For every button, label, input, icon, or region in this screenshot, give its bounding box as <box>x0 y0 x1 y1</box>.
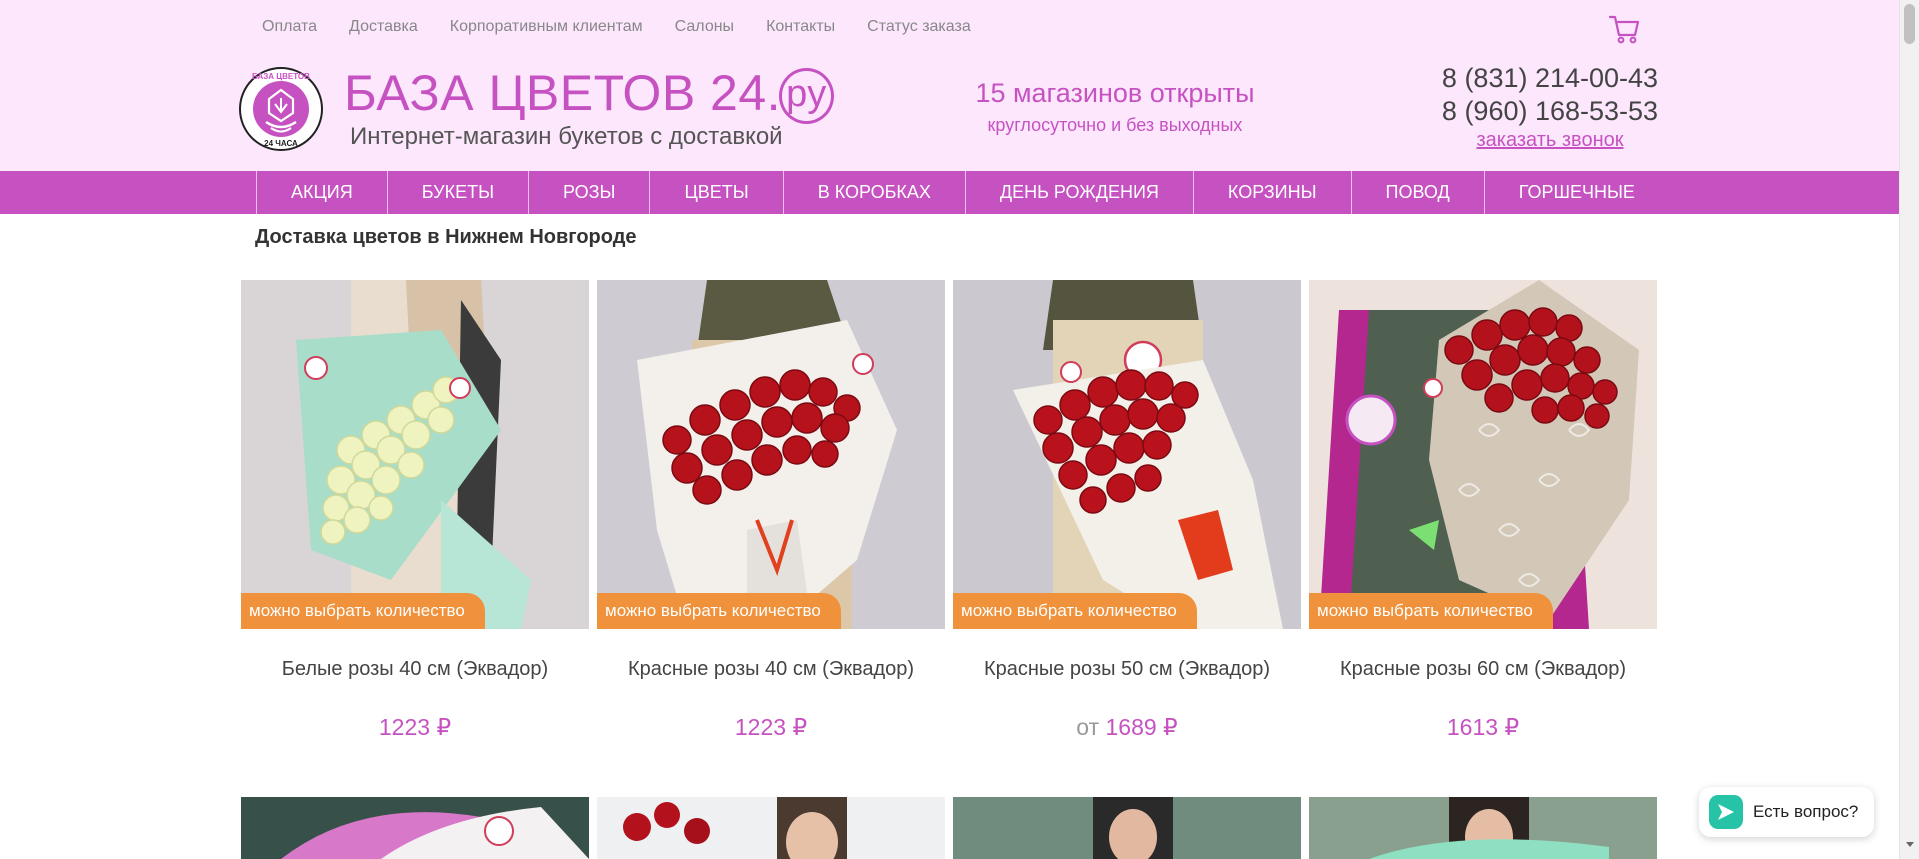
product-photo[interactable] <box>953 797 1301 859</box>
product-photo[interactable] <box>241 797 589 859</box>
product-photo-image <box>597 280 945 629</box>
product-title[interactable]: Красные розы 40 см (Эквадор) <box>597 658 945 681</box>
phone-number-2[interactable]: 8 (960) 168-53-53 <box>1420 95 1680 128</box>
product-photo-image <box>1309 280 1657 629</box>
product-price-value: 1223 ₽ <box>378 714 452 740</box>
product-price: 1613 ₽ <box>1309 714 1657 741</box>
product-photo[interactable]: можно выбрать количество <box>241 280 589 629</box>
product-badge: можно выбрать количество <box>953 593 1197 629</box>
product-price-value: 1689 ₽ <box>1105 714 1178 740</box>
product-price-value: 1613 ₽ <box>1446 714 1520 740</box>
product-photo[interactable] <box>1309 797 1657 859</box>
topnav-link-payment[interactable]: Оплата <box>262 18 317 36</box>
product-photo-image <box>241 797 589 859</box>
menu-item-label: ГОРШЕЧНЫЕ <box>1518 182 1635 202</box>
product-badge: можно выбрать количество <box>1309 593 1553 629</box>
brand-tagline: Интернет-магазин букетов с доставкой <box>350 123 783 150</box>
menu-item-label: АКЦИЯ <box>291 182 353 202</box>
page-title: Доставка цветов в Нижнем Новгороде <box>255 226 637 248</box>
stores-count: 15 магазинов открыты <box>975 78 1255 108</box>
menu-item-birthday[interactable]: ДЕНЬ РОЖДЕНИЯ <box>964 171 1193 214</box>
product-photo-image <box>953 280 1301 629</box>
logo-badge-text-top: БАЗА ЦВЕТОВ <box>252 72 310 81</box>
product-price-value: 1223 ₽ <box>734 714 808 740</box>
menu-item-promo[interactable]: АКЦИЯ <box>256 171 387 214</box>
product-title[interactable]: Красные розы 60 см (Эквадор) <box>1309 658 1657 681</box>
product-badge: можно выбрать количество <box>241 593 485 629</box>
topnav-link-order-status[interactable]: Статус заказа <box>867 18 971 36</box>
product-price: от 1689 ₽ <box>953 714 1301 741</box>
menu-item-label: БУКЕТЫ <box>421 182 495 202</box>
topnav-link-contacts[interactable]: Контакты <box>766 18 835 36</box>
menu-item-occasion[interactable]: ПОВОД <box>1350 171 1484 214</box>
product-title[interactable]: Белые розы 40 см (Эквадор) <box>241 658 589 681</box>
menu-item-potted[interactable]: ГОРШЕЧНЫЕ <box>1483 171 1669 214</box>
scroll-down-arrow-icon[interactable] <box>1906 842 1914 847</box>
chat-widget-label: Есть вопрос? <box>1753 802 1859 821</box>
brand-name[interactable]: БАЗА ЦВЕТОВ 24. ру <box>344 68 834 124</box>
cart-icon[interactable] <box>1608 12 1642 46</box>
menu-item-roses[interactable]: РОЗЫ <box>528 171 649 214</box>
topnav-link-corporate[interactable]: Корпоративным клиентам <box>450 18 643 36</box>
product-title[interactable]: Красные розы 50 см (Эквадор) <box>953 658 1301 681</box>
page-scrollbar[interactable] <box>1899 0 1919 859</box>
product-photo[interactable] <box>597 797 945 859</box>
menu-item-label: В КОРОБКАХ <box>817 182 931 202</box>
product-photo[interactable]: можно выбрать количество <box>597 280 945 629</box>
menu-item-flowers[interactable]: ЦВЕТЫ <box>649 171 782 214</box>
product-price: 1223 ₽ <box>241 714 589 741</box>
stores-info: 15 магазинов открыты круглосуточно и без… <box>960 78 1270 136</box>
brand-domain: ру <box>779 68 834 124</box>
logo-badge[interactable]: БАЗА ЦВЕТОВ 24 ЧАСА <box>238 66 324 152</box>
topnav-link-salons[interactable]: Салоны <box>675 18 734 36</box>
menu-item-boxes[interactable]: В КОРОБКАХ <box>782 171 965 214</box>
chat-icon <box>1709 795 1743 829</box>
menu-item-bouquets[interactable]: БУКЕТЫ <box>386 171 528 214</box>
callback-link[interactable]: заказать звонок <box>1420 129 1680 152</box>
menu-item-label: КОРЗИНЫ <box>1227 182 1317 202</box>
menu-item-label: РОЗЫ <box>563 182 616 202</box>
phone-number-1[interactable]: 8 (831) 214-00-43 <box>1420 62 1680 95</box>
chat-widget[interactable]: Есть вопрос? <box>1699 787 1874 837</box>
stores-schedule: круглосуточно и без выходных <box>987 115 1243 135</box>
product-photo-image <box>597 797 945 859</box>
product-photo-image <box>241 280 589 629</box>
menu-item-baskets[interactable]: КОРЗИНЫ <box>1192 171 1351 214</box>
menu-item-label: ЦВЕТЫ <box>684 182 749 202</box>
product-photo[interactable]: можно выбрать количество <box>1309 280 1657 629</box>
contact-phones: 8 (831) 214-00-43 8 (960) 168-53-53 зака… <box>1420 62 1680 152</box>
menu-item-label: ДЕНЬ РОЖДЕНИЯ <box>999 182 1159 202</box>
scrollbar-thumb[interactable] <box>1904 4 1915 44</box>
main-menu: АКЦИЯ БУКЕТЫ РОЗЫ ЦВЕТЫ В КОРОБКАХ ДЕНЬ … <box>0 171 1899 214</box>
product-price: 1223 ₽ <box>597 714 945 741</box>
product-price-prefix: от <box>1076 714 1100 740</box>
top-navigation: Оплата Доставка Корпоративным клиентам С… <box>262 18 971 36</box>
menu-item-label: ПОВОД <box>1385 182 1450 202</box>
logo-badge-text-bottom: 24 ЧАСА <box>264 139 298 148</box>
site-header: Оплата Доставка Корпоративным клиентам С… <box>0 0 1899 171</box>
product-photo-image <box>953 797 1301 859</box>
product-photo-image <box>1309 797 1657 859</box>
topnav-link-delivery[interactable]: Доставка <box>349 18 418 36</box>
brand-name-text: БАЗА ЦВЕТОВ 24. <box>344 65 782 121</box>
product-photo[interactable]: можно выбрать количество <box>953 280 1301 629</box>
product-badge: можно выбрать количество <box>597 593 841 629</box>
